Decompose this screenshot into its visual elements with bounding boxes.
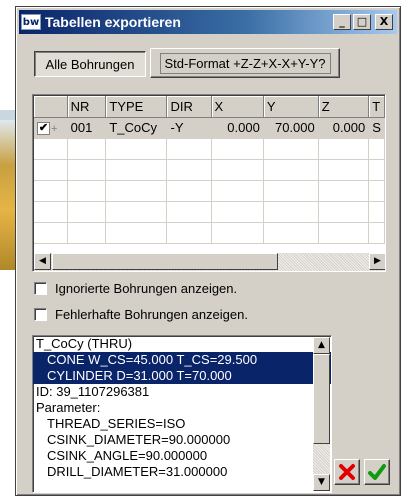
scroll-down-icon[interactable]: ▼ xyxy=(313,474,330,491)
cell-y: 70.000 xyxy=(263,117,319,139)
ok-button[interactable] xyxy=(364,459,390,485)
col-header-select[interactable] xyxy=(34,96,68,118)
dialog-window: bw Tabellen exportieren _ □ X Alle Bohru… xyxy=(15,6,401,496)
cell-t: S xyxy=(368,117,385,139)
show-ignored-option[interactable]: Ignorierte Bohrungen anzeigen. xyxy=(34,281,237,296)
info-line[interactable]: CSINK_ANGLE=90.000000 xyxy=(33,448,331,464)
row-checkbox[interactable]: ✔ xyxy=(37,122,50,136)
info-line[interactable]: T_CoCy (THRU) xyxy=(33,336,331,352)
green-check-icon xyxy=(368,464,386,480)
info-line[interactable]: THREAD_SERIES=ISO xyxy=(33,416,331,432)
table-row-empty xyxy=(34,222,385,244)
cell-x: 0.000 xyxy=(211,117,264,139)
info-line[interactable]: CYLINDER D=31.000 T=70.000 xyxy=(33,368,331,384)
table-row-empty xyxy=(34,159,385,181)
std-format-button[interactable]: Std-Format +Z-Z+X-X+Y-Y? xyxy=(150,48,340,78)
col-header-x[interactable]: X xyxy=(211,96,264,118)
table-header: NR TYPE DIR X Y Z T xyxy=(34,96,385,118)
vertical-scrollbar[interactable]: ▲ ▼ xyxy=(313,337,330,491)
show-faulty-label: Fehlerhafte Bohrungen anzeigen. xyxy=(55,307,248,322)
cell-type: T_CoCy xyxy=(105,117,168,139)
title-bar[interactable]: bw Tabellen exportieren _ □ X xyxy=(19,10,397,34)
show-ignored-label: Ignorierte Bohrungen anzeigen. xyxy=(55,281,238,296)
show-faulty-checkbox[interactable] xyxy=(34,308,47,321)
info-line[interactable]: DRILL_DIAMETER=31.000000 xyxy=(33,464,331,480)
std-format-label: Std-Format +Z-Z+X-X+Y-Y? xyxy=(159,52,331,74)
all-holes-label: Alle Bohrungen xyxy=(45,56,135,72)
show-ignored-checkbox[interactable] xyxy=(34,282,47,295)
vertical-scroll-thumb[interactable] xyxy=(313,354,330,444)
info-line[interactable]: CONE W_CS=45.000 T_CS=29.500 xyxy=(33,352,331,368)
hole-info-list[interactable]: T_CoCy (THRU) CONE W_CS=45.000 T_CS=29.50… xyxy=(32,335,332,493)
maximize-button[interactable]: □ xyxy=(353,14,371,30)
close-button[interactable]: X xyxy=(375,14,393,30)
col-header-t[interactable]: T xyxy=(368,96,385,118)
red-x-icon xyxy=(339,464,355,480)
cell-nr: 001 xyxy=(67,117,107,139)
table-row-empty xyxy=(34,180,385,202)
show-faulty-option[interactable]: Fehlerhafte Bohrungen anzeigen. xyxy=(34,307,248,322)
row-select-cell[interactable]: ✔ + xyxy=(34,117,68,139)
info-lines: T_CoCy (THRU) CONE W_CS=45.000 T_CS=29.50… xyxy=(33,336,331,480)
col-header-nr[interactable]: NR xyxy=(67,96,107,118)
info-line[interactable]: Parameter: xyxy=(33,400,331,416)
col-header-z[interactable]: Z xyxy=(318,96,370,118)
scroll-right-icon[interactable]: ▶ xyxy=(369,253,385,270)
info-line[interactable]: CSINK_DIAMETER=90.000000 xyxy=(33,432,331,448)
table-row-empty xyxy=(34,138,385,160)
cell-dir: -Y xyxy=(166,117,212,139)
expand-icon[interactable]: + xyxy=(51,123,57,135)
col-header-type[interactable]: TYPE xyxy=(105,96,168,118)
holes-table: NR TYPE DIR X Y Z T ✔ + 001 T_CoCy -Y 0.0… xyxy=(34,96,385,244)
table-row[interactable]: ✔ + 001 T_CoCy -Y 0.000 70.000 0.000 S xyxy=(34,117,385,139)
title-buttons: _ □ X xyxy=(333,14,393,30)
app-icon: bw xyxy=(21,14,41,30)
scroll-left-icon[interactable]: ◀ xyxy=(34,253,51,270)
holes-grid[interactable]: NR TYPE DIR X Y Z T ✔ + 001 T_CoCy -Y 0.0… xyxy=(32,94,386,272)
cell-z: 0.000 xyxy=(318,117,370,139)
minimize-button[interactable]: _ xyxy=(333,14,351,30)
all-holes-button[interactable]: Alle Bohrungen xyxy=(34,51,146,77)
horizontal-scrollbar[interactable]: ◀ ▶ xyxy=(34,253,385,271)
cancel-button[interactable] xyxy=(334,459,360,485)
horizontal-scroll-thumb[interactable] xyxy=(52,253,278,270)
window-title: Tabellen exportieren xyxy=(45,14,181,30)
info-line[interactable]: ID: 39_1107296381 xyxy=(33,384,331,400)
col-header-y[interactable]: Y xyxy=(263,96,319,118)
col-header-dir[interactable]: DIR xyxy=(166,96,212,118)
table-row-empty xyxy=(34,201,385,223)
scroll-up-icon[interactable]: ▲ xyxy=(313,337,330,354)
